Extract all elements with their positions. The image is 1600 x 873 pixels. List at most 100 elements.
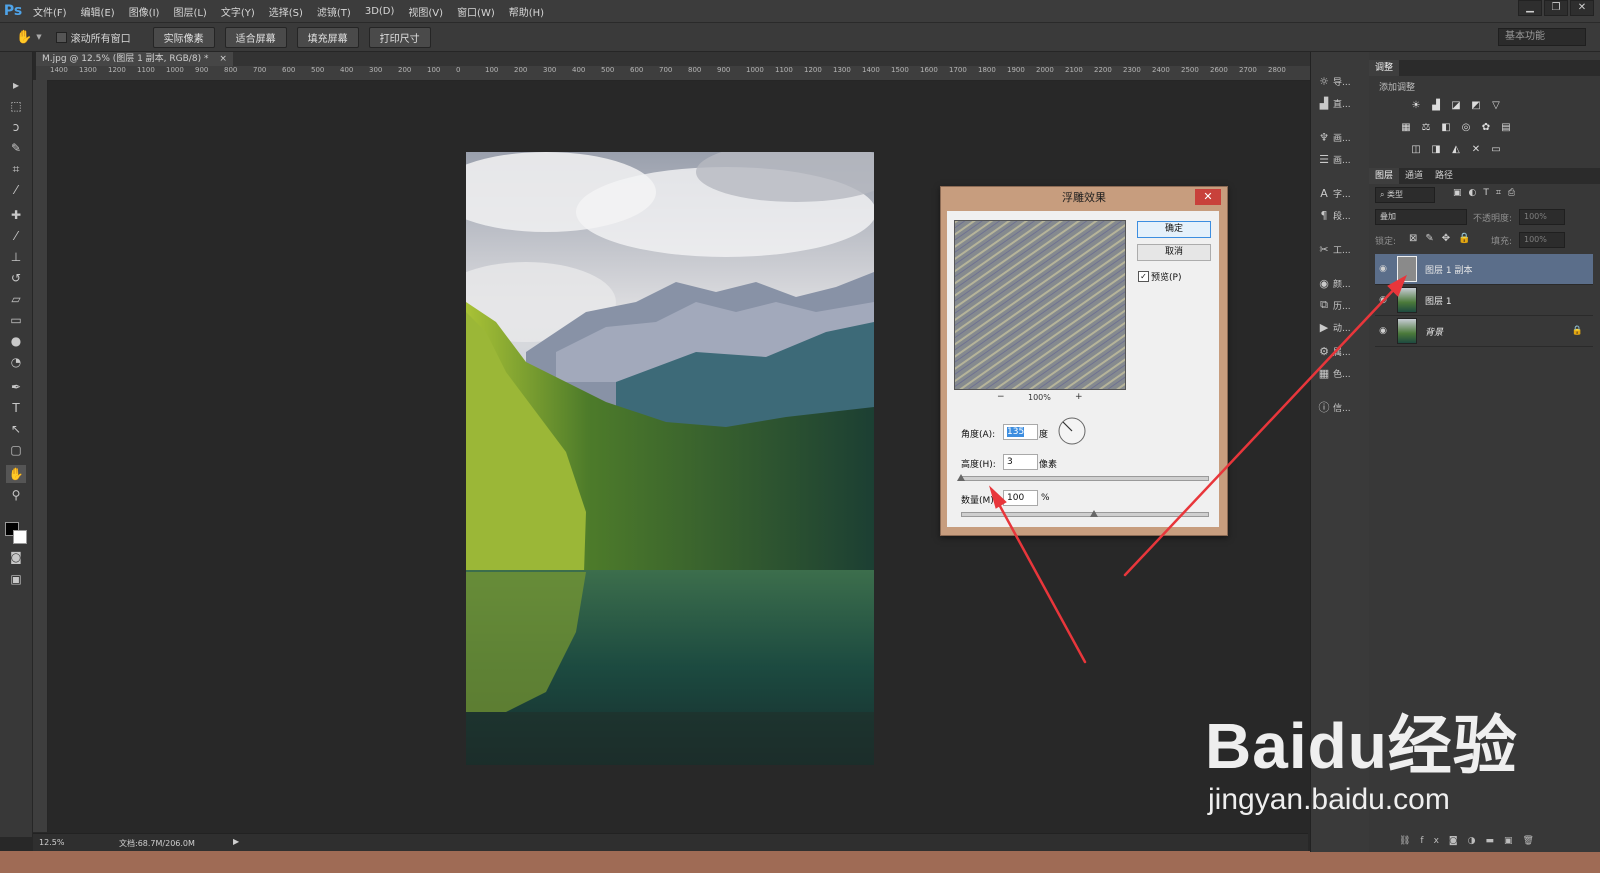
panel-brush-presets[interactable]: ♆ 画... (1315, 128, 1365, 146)
fill-input[interactable]: 100% (1519, 232, 1565, 248)
panel-character[interactable]: A 字... (1315, 184, 1365, 202)
vibrance-adjust-icon[interactable]: ▽ (1489, 100, 1503, 111)
preview-checkbox[interactable]: ✓ (1138, 271, 1149, 282)
menu-view[interactable]: 视图(V) (401, 4, 450, 19)
status-menu-arrow-icon[interactable]: ▶ (233, 837, 239, 846)
menu-image[interactable]: 图像(I) (122, 4, 167, 19)
selective-color-adjust-icon[interactable]: ✕ (1469, 144, 1483, 155)
panel-actions[interactable]: ▶ 动... (1315, 318, 1365, 336)
fit-screen-button[interactable]: 适合屏幕 (224, 26, 287, 48)
quick-mask-icon[interactable]: ◙ (6, 548, 26, 566)
document-image[interactable] (466, 152, 874, 765)
pen-tool-icon[interactable]: ✒ (6, 378, 26, 396)
screen-mode-icon[interactable]: ▣ (6, 570, 26, 588)
layer-row-background[interactable]: ◉ 背景 🔒 (1375, 316, 1593, 347)
channel-mixer-adjust-icon[interactable]: ✿ (1479, 122, 1493, 133)
document-tab[interactable]: M.jpg @ 12.5% (图层 1 副本, RGB/8) * × (36, 52, 233, 66)
panel-navigator[interactable]: ☼ 导... (1315, 72, 1365, 90)
chevron-down-icon[interactable]: ▼ (36, 33, 41, 41)
hand-tool-icon[interactable]: ✋ (6, 465, 26, 483)
menu-edit[interactable]: 编辑(E) (74, 4, 122, 19)
amount-input[interactable]: 100 (1003, 490, 1038, 506)
gradient-tool-icon[interactable]: ▭ (6, 311, 26, 329)
tab-layers[interactable]: 图层 (1369, 168, 1400, 184)
brightness-adjust-icon[interactable]: ☀ (1409, 100, 1423, 111)
menu-3d[interactable]: 3D(D) (358, 6, 402, 17)
menu-select[interactable]: 选择(S) (262, 4, 310, 19)
tab-paths[interactable]: 路径 (1429, 168, 1459, 184)
panel-histogram[interactable]: ▟ 直... (1315, 94, 1365, 112)
tab-adjustments[interactable]: 调整 (1369, 60, 1400, 76)
color-lookup-adjust-icon[interactable]: ▤ (1499, 122, 1513, 133)
actual-pixels-button[interactable]: 实际像素 (152, 26, 215, 48)
posterize-adjust-icon[interactable]: ◨ (1429, 144, 1443, 155)
color-balance-adjust-icon[interactable]: ⚖ (1419, 122, 1433, 133)
layer-name[interactable]: 图层 1 副本 (1425, 263, 1472, 276)
gradient-map-adjust-icon[interactable]: ▭ (1489, 144, 1503, 155)
zoom-tool-icon[interactable]: ⚲ (6, 486, 26, 504)
menu-help[interactable]: 帮助(H) (502, 4, 551, 19)
healing-brush-icon[interactable]: ✚ (6, 206, 26, 224)
levels-adjust-icon[interactable]: ▟ (1429, 100, 1443, 111)
menu-type[interactable]: 文字(Y) (214, 4, 262, 19)
layer-name[interactable]: 背景 (1425, 325, 1443, 338)
dialog-close-button[interactable]: ✕ (1195, 189, 1221, 205)
print-size-button[interactable]: 打印尺寸 (368, 26, 431, 48)
panel-tools[interactable]: ✂ 工... (1315, 240, 1365, 258)
amount-slider-track[interactable] (961, 512, 1209, 517)
tab-channels[interactable]: 通道 (1399, 168, 1429, 184)
quick-select-tool-icon[interactable]: ✎ (6, 139, 26, 157)
blur-tool-icon[interactable]: ● (6, 332, 26, 350)
eye-icon[interactable]: ◉ (1375, 264, 1391, 274)
background-color-swatch[interactable] (13, 530, 27, 544)
invert-adjust-icon[interactable]: ◫ (1409, 144, 1423, 155)
menu-layer[interactable]: 图层(L) (166, 4, 213, 19)
layer-name[interactable]: 图层 1 (1425, 294, 1452, 307)
eyedropper-tool-icon[interactable]: ⁄ (6, 181, 26, 199)
zoom-in-button[interactable]: + (1075, 392, 1083, 402)
lock-icons[interactable]: ⊠✎✥🔒 (1409, 233, 1479, 244)
bw-adjust-icon[interactable]: ◧ (1439, 122, 1453, 133)
history-brush-icon[interactable]: ↺ (6, 269, 26, 287)
zoom-out-button[interactable]: − (997, 392, 1005, 402)
minimize-icon[interactable]: ▁ (1518, 0, 1542, 16)
photo-filter-adjust-icon[interactable]: ◎ (1459, 122, 1473, 133)
layer-filter-select[interactable]: ⌕ 类型 (1375, 187, 1435, 203)
eraser-tool-icon[interactable]: ▱ (6, 290, 26, 308)
panel-history[interactable]: ⧉ 历... (1315, 296, 1365, 314)
marquee-tool-icon[interactable]: ⬚ (6, 97, 26, 115)
angle-input[interactable]: 135 (1003, 424, 1038, 440)
angle-dial-icon[interactable] (1057, 416, 1087, 446)
hand-tool-icon[interactable]: ✋ (16, 30, 32, 45)
menu-window[interactable]: 窗口(W) (450, 4, 502, 19)
hue-adjust-icon[interactable]: ▦ (1399, 122, 1413, 133)
layer-filter-icons[interactable]: ▣◐T⌗⎙ (1453, 188, 1522, 198)
menu-filter[interactable]: 滤镜(T) (310, 4, 358, 19)
height-slider-thumb[interactable] (957, 474, 965, 481)
zoom-level[interactable]: 12.5% (39, 838, 64, 847)
crop-tool-icon[interactable]: ⌗ (6, 160, 26, 178)
layer-row-copy[interactable]: ◉ 图层 1 副本 (1375, 254, 1593, 285)
tab-close-icon[interactable]: × (219, 54, 227, 64)
scroll-all-checkbox[interactable] (55, 31, 67, 43)
panel-paragraph[interactable]: ¶ 段... (1315, 206, 1365, 224)
path-select-icon[interactable]: ↖ (6, 420, 26, 438)
layers-footer-icons[interactable]: ⛓fx◙◑▬▣🗑 (1399, 836, 1544, 846)
panel-brush[interactable]: ☰ 画... (1315, 150, 1365, 168)
move-tool-icon[interactable]: ▸ (6, 76, 26, 94)
panel-info[interactable]: ⓘ 信... (1315, 398, 1365, 416)
exposure-adjust-icon[interactable]: ◩ (1469, 100, 1483, 111)
layer-row-1[interactable]: ◉ 图层 1 (1375, 285, 1593, 316)
curves-adjust-icon[interactable]: ◪ (1449, 100, 1463, 111)
shape-tool-icon[interactable]: ▢ (6, 441, 26, 459)
clone-stamp-icon[interactable]: ⊥ (6, 248, 26, 266)
panel-properties[interactable]: ⚙ 属... (1315, 342, 1365, 360)
close-icon[interactable]: ✕ (1570, 0, 1594, 16)
fill-screen-button[interactable]: 填充屏幕 (296, 26, 359, 48)
eye-icon[interactable]: ◉ (1375, 326, 1391, 336)
height-input[interactable]: 3 (1003, 454, 1038, 470)
amount-slider-thumb[interactable] (1089, 510, 1098, 517)
opacity-input[interactable]: 100% (1519, 209, 1565, 225)
lasso-tool-icon[interactable]: ↄ (6, 118, 26, 136)
ok-button[interactable]: 确定 (1137, 221, 1211, 238)
